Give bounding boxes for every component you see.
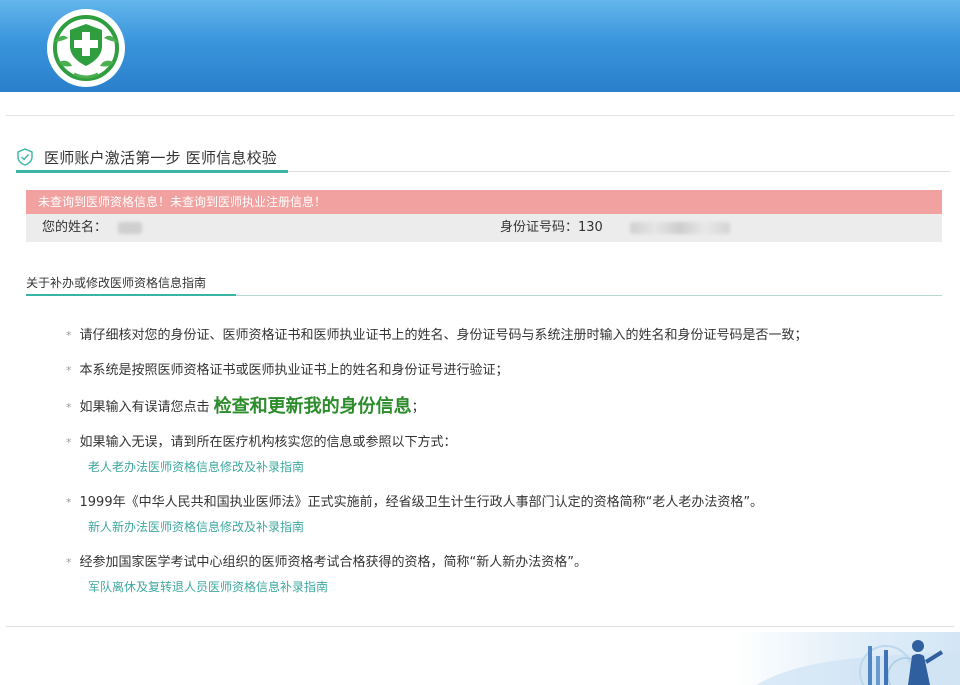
- guide-title: 关于补办或修改医师资格信息指南: [26, 276, 207, 290]
- step-title-underline: [16, 170, 288, 173]
- id-number-redacted: [630, 222, 730, 234]
- military-guide-link[interactable]: 军队离休及复转退人员医师资格信息补录指南: [88, 578, 328, 595]
- list-item: * 经参加国家医学考试中心组织的医师资格考试合格获得的资格，简称“新人新办法资格”…: [66, 551, 587, 570]
- old-rule-guide-link[interactable]: 老人老办法医师资格信息修改及补录指南: [88, 458, 304, 475]
- item-text: 经参加国家医学考试中心组织的医师资格考试合格获得的资格，简称“新人新办法资格”。: [79, 555, 587, 570]
- item-text: 1999年《中华人民共和国执业医师法》正式实施前，经省级卫生计生行政人事部门认定…: [79, 495, 764, 510]
- list-item: * 1999年《中华人民共和国执业医师法》正式实施前，经省级卫生计生行政人事部门认…: [66, 491, 763, 510]
- name-value-redacted: [118, 222, 142, 234]
- medical-cross-leaf-icon[interactable]: [44, 8, 128, 88]
- activation-panel: 医师账户激活第一步 医师信息校验 未查询到医师资格信息！未查询到医师执业注册信息…: [6, 115, 954, 627]
- item-text: 本系统是按照医师资格证书或医师执业证书上的姓名和身份证号进行验证；: [79, 363, 509, 378]
- item-text: 请仔细核对您的身份证、医师资格证书和医师执业证书上的姓名、身份证号码与系统注册时…: [79, 328, 808, 343]
- step-title: 医师账户激活第一步 医师信息校验: [44, 148, 277, 167]
- list-item: * 本系统是按照医师资格证书或医师执业证书上的姓名和身份证号进行验证；: [66, 359, 509, 378]
- header-banner: [0, 0, 960, 92]
- bullet-star: *: [66, 496, 72, 509]
- item-text-end: ；: [411, 400, 425, 415]
- name-label: 您的姓名：: [42, 220, 108, 235]
- list-item: * 如果输入有误请您点击 检查和更新我的身份信息；: [66, 392, 425, 418]
- bullet-star: *: [66, 329, 72, 342]
- shield-check-icon: [17, 148, 33, 166]
- bullet-star: *: [66, 556, 72, 569]
- id-number-label: 身份证号码：130: [500, 220, 603, 235]
- error-alert: 未查询到医师资格信息！未查询到医师执业注册信息！: [26, 190, 942, 214]
- bullet-star: *: [66, 364, 72, 377]
- guide-title-underline: [26, 294, 236, 296]
- check-update-identity-link[interactable]: 检查和更新我的身份信息: [214, 396, 412, 417]
- item-text: 如果输入有误请您点击: [79, 400, 210, 415]
- step-heading: 医师账户激活第一步 医师信息校验: [16, 144, 277, 170]
- new-rule-guide-link[interactable]: 新人新办法医师资格信息修改及补录指南: [88, 518, 304, 535]
- footer-decoration-image: [736, 632, 960, 685]
- list-item: * 请仔细核对您的身份证、医师资格证书和医师执业证书上的姓名、身份证号码与系统注册…: [66, 324, 808, 343]
- item-text: 如果输入无误，请到所在医疗机构核实您的信息或参照以下方式：: [79, 435, 457, 450]
- bullet-star: *: [66, 401, 72, 414]
- bullet-star: *: [66, 436, 72, 449]
- user-info-row: 您的姓名： 身份证号码：130: [26, 214, 942, 242]
- list-item: * 如果输入无误，请到所在医疗机构核实您的信息或参照以下方式：: [66, 431, 457, 450]
